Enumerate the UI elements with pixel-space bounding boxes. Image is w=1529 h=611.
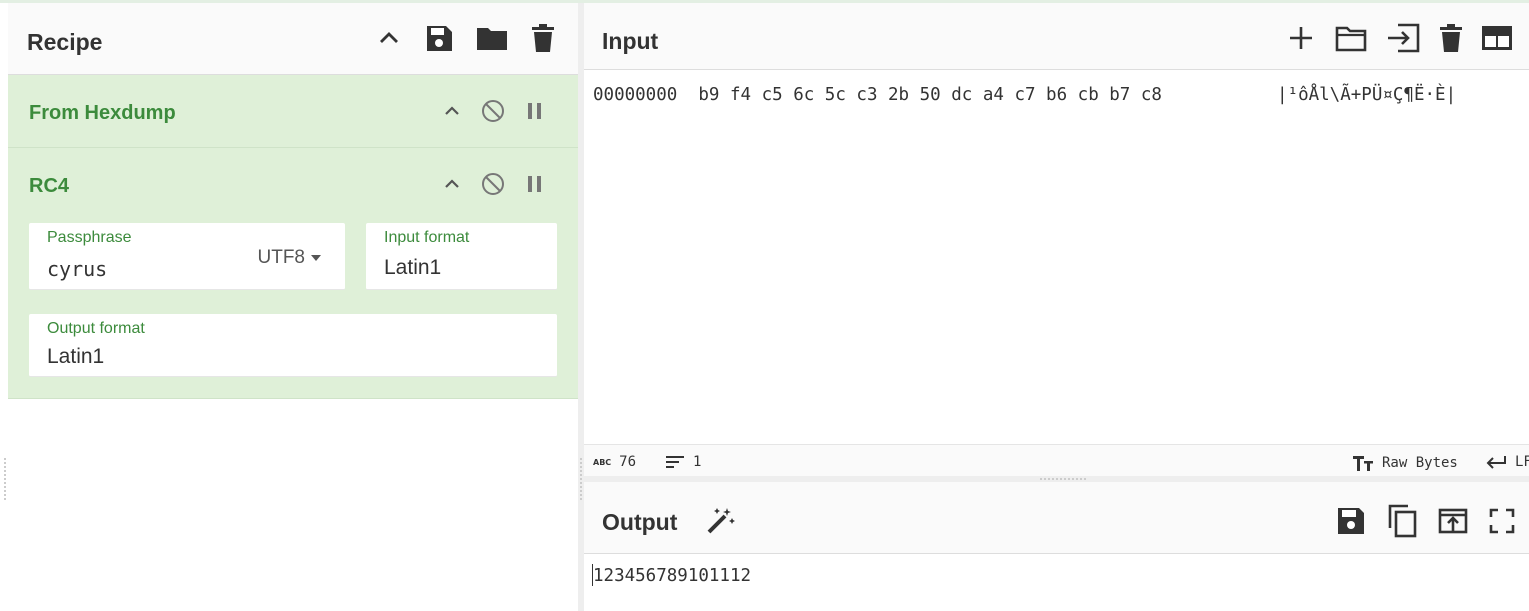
disable-operation-icon[interactable] — [481, 99, 505, 123]
resize-handle[interactable] — [4, 458, 6, 500]
hex-offset: 00000000 — [593, 85, 678, 105]
copy-icon[interactable] — [1387, 504, 1417, 538]
save-output-icon[interactable] — [1336, 506, 1366, 536]
save-recipe-icon[interactable] — [425, 23, 453, 53]
passphrase-encoding-dropdown[interactable]: UTF8 — [257, 247, 321, 269]
fullscreen-icon[interactable] — [1489, 508, 1515, 534]
hex-ascii: |¹ôÅl\Ã+PÜ¤Ç¶Ë·È| — [1277, 85, 1457, 105]
text-size-icon — [1353, 456, 1373, 471]
output-format-value[interactable]: Latin1 — [47, 345, 104, 369]
recipe-pane: Recipe From Hexdump RC4 Passphrase cyrus… — [8, 3, 578, 611]
collapse-all-icon[interactable] — [376, 25, 402, 51]
return-icon — [1486, 456, 1506, 469]
recipe-header: Recipe — [8, 3, 578, 75]
output-title: Output — [602, 509, 678, 535]
input-title: Input — [602, 28, 659, 54]
hex-bytes: b9 f4 c5 6c 5c c3 2b 50 dc a4 c7 b6 cb b… — [698, 85, 1162, 105]
output-format-field[interactable]: Output format Latin1 — [29, 314, 557, 377]
collapse-operation-icon[interactable] — [443, 102, 461, 120]
hexdump-line[interactable]: 00000000 b9 f4 c5 6c 5c c3 2b 50 dc a4 c… — [593, 85, 1162, 105]
output-header: Output — [584, 482, 1529, 554]
open-file-icon[interactable] — [1386, 23, 1420, 53]
output-text[interactable]: 123456789101112 — [593, 566, 751, 586]
operation-rc4[interactable]: RC4 Passphrase cyrus UTF8 Input format L… — [8, 148, 578, 399]
layout-icon[interactable] — [1482, 26, 1512, 50]
input-pane: Input 00000000 b9 f4 c5 6c 5c c3 2b 50 d… — [584, 3, 1529, 476]
load-recipe-icon[interactable] — [476, 25, 508, 51]
replace-input-icon[interactable] — [1438, 507, 1468, 535]
pause-icon[interactable] — [525, 101, 545, 121]
output-pane: Output 123456789101112 — [584, 482, 1529, 611]
input-eol-button[interactable]: LF — [1485, 454, 1529, 470]
encoding-label: UTF8 — [257, 247, 306, 268]
clear-input-icon[interactable] — [1439, 24, 1463, 52]
clear-recipe-icon[interactable] — [531, 24, 555, 52]
length-value: 76 — [619, 454, 637, 470]
pause-icon[interactable] — [525, 174, 545, 194]
disable-operation-icon[interactable] — [481, 172, 505, 196]
input-format-value[interactable]: Latin1 — [384, 256, 441, 280]
operation-title: From Hexdump — [29, 102, 176, 124]
operation-from-hexdump[interactable]: From Hexdump — [8, 75, 578, 148]
input-header: Input — [584, 3, 1529, 70]
passphrase-field[interactable]: Passphrase cyrus UTF8 — [29, 223, 345, 290]
encoding-value: Raw Bytes — [1382, 455, 1458, 471]
magic-wand-icon[interactable] — [705, 504, 737, 536]
open-folder-icon[interactable] — [1335, 24, 1367, 52]
resize-handle[interactable] — [1040, 478, 1086, 480]
input-encoding-button[interactable]: Raw Bytes — [1352, 454, 1458, 472]
passphrase-input[interactable]: cyrus — [47, 257, 107, 281]
add-tab-icon[interactable] — [1286, 23, 1316, 53]
resize-handle[interactable] — [580, 458, 582, 500]
lines-icon — [666, 456, 684, 468]
input-length: ABC 76 — [593, 454, 636, 470]
input-format-label: Input format — [384, 229, 470, 246]
operation-title: RC4 — [29, 175, 70, 197]
input-lines: 1 — [665, 454, 701, 470]
lines-value: 1 — [693, 454, 702, 470]
abc-icon: ABC — [593, 457, 612, 467]
collapse-operation-icon[interactable] — [443, 175, 461, 193]
passphrase-label: Passphrase — [47, 229, 132, 246]
eol-value: LF — [1515, 454, 1529, 470]
output-format-label: Output format — [47, 320, 145, 337]
recipe-title: Recipe — [27, 29, 103, 55]
input-format-field[interactable]: Input format Latin1 — [366, 223, 557, 290]
input-status-bar: ABC 76 1 Raw Bytes LF — [584, 444, 1529, 476]
caret-down-icon — [311, 255, 321, 261]
